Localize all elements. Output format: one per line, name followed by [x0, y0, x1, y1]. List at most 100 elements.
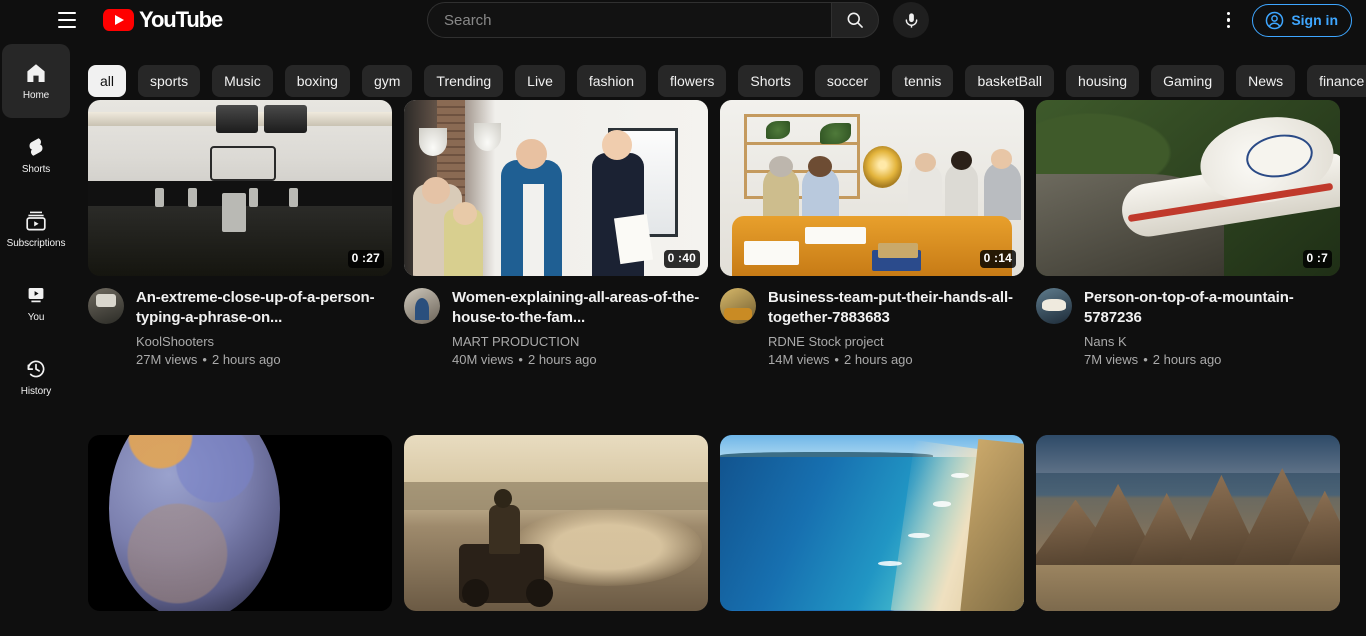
filter-chip-soccer[interactable]: soccer	[814, 65, 881, 97]
filter-chip-news[interactable]: News	[1236, 65, 1296, 97]
video-card[interactable]	[720, 434, 1024, 636]
channel-avatar[interactable]	[404, 288, 440, 324]
thumbnail-image	[1036, 434, 1340, 611]
filter-chip-trending[interactable]: Trending	[424, 65, 504, 97]
search-input[interactable]	[444, 11, 814, 29]
video-text-block: Person-on-top-of-a-mountain-5787236 Nans …	[1084, 288, 1340, 369]
filter-chip-all[interactable]: all	[88, 65, 127, 97]
video-meta: Person-on-top-of-a-mountain-5787236 Nans …	[1036, 276, 1340, 369]
video-title[interactable]: Women-explaining-all-areas-of-the-house-…	[452, 288, 708, 328]
filter-chip-bar[interactable]: all sports Music boxing gym Trending Live fashi…	[88, 64, 1366, 98]
thumbnail-image	[720, 100, 1024, 276]
youtube-logo[interactable]: YouTube	[103, 0, 223, 40]
video-card[interactable]: 0 :40 Women-explaining-all-areas-of-the-h…	[404, 100, 708, 395]
account-circle-icon	[1266, 11, 1284, 29]
stats-separator: •	[1143, 352, 1148, 367]
filter-chip-gaming[interactable]: Gaming	[1151, 65, 1225, 97]
sidebar-item-you[interactable]: You	[2, 266, 70, 340]
thumbnail-image	[404, 434, 708, 611]
top-bar: YouTube Search Sign in	[0, 0, 1366, 40]
sign-in-button[interactable]: Sign in	[1252, 3, 1352, 37]
thumbnail-image	[88, 434, 392, 611]
filter-chip-sports[interactable]: sports	[138, 65, 201, 97]
channel-name[interactable]: KoolShooters	[136, 333, 392, 351]
view-count: 14M views	[768, 352, 830, 367]
video-card[interactable]: 0 :14 Business-team-put-their-hands-all-t…	[720, 100, 1024, 395]
filter-chip-boxing[interactable]: boxing	[284, 65, 350, 97]
video-duration-badge: 0 :14	[979, 249, 1016, 268]
video-stats: 40M views • 2 hours ago	[452, 351, 708, 369]
channel-name[interactable]: RDNE Stock project	[768, 333, 1024, 351]
sign-in-label: Sign in	[1291, 12, 1338, 28]
sidebar-item-shorts[interactable]: Shorts	[2, 118, 70, 192]
filter-chip-music[interactable]: Music	[212, 65, 273, 97]
video-stats: 14M views • 2 hours ago	[768, 351, 1024, 369]
video-title[interactable]: An-extreme-close-up-of-a-person-typing-a…	[136, 288, 392, 328]
video-card[interactable]	[88, 434, 392, 636]
filter-chip-shorts[interactable]: Shorts	[738, 65, 803, 97]
stats-separator: •	[518, 352, 523, 367]
stats-separator: •	[202, 352, 207, 367]
video-title[interactable]: Person-on-top-of-a-mountain-5787236	[1084, 288, 1340, 328]
sidebar-item-home[interactable]: Home	[2, 44, 70, 118]
view-count: 27M views	[136, 352, 198, 367]
search-button[interactable]	[831, 2, 879, 38]
video-stats: 27M views • 2 hours ago	[136, 351, 392, 369]
filter-chip-finance[interactable]: finance	[1307, 65, 1366, 97]
channel-avatar[interactable]	[1036, 288, 1072, 324]
video-thumbnail[interactable]: 0 :27	[88, 100, 392, 276]
channel-avatar[interactable]	[88, 288, 124, 324]
video-card[interactable]: 0 :7 Person-on-top-of-a-mountain-5787236 N…	[1036, 100, 1340, 395]
filter-chip-gym[interactable]: gym	[361, 65, 413, 97]
video-thumbnail[interactable]	[404, 434, 708, 611]
sidebar-item-label: Subscriptions	[6, 238, 66, 249]
filter-chip-flowers[interactable]: flowers	[658, 65, 727, 97]
sidebar-item-label: Home	[22, 90, 50, 101]
video-duration-badge: 0 :7	[1302, 249, 1332, 268]
upload-age: 2 hours ago	[211, 352, 281, 367]
sidebar-item-subscriptions[interactable]: Subscriptions	[2, 192, 70, 266]
youtube-play-icon	[103, 9, 134, 31]
channel-name[interactable]: Nans K	[1084, 333, 1340, 351]
microphone-icon	[905, 12, 917, 28]
video-grid: 0 :27 An-extreme-close-up-of-a-person-typ…	[88, 100, 1366, 636]
video-meta: Business-team-put-their-hands-all-togeth…	[720, 276, 1024, 369]
video-thumbnail[interactable]: 0 :40	[404, 100, 708, 276]
video-meta: Women-explaining-all-areas-of-the-house-…	[404, 276, 708, 369]
filter-chip-fashion[interactable]: fashion	[576, 65, 647, 97]
you-icon	[28, 288, 44, 303]
video-card[interactable]	[404, 434, 708, 636]
hamburger-menu-icon	[58, 10, 76, 31]
sidebar-item-label: Shorts	[21, 164, 51, 175]
more-vertical-button[interactable]	[1210, 2, 1246, 38]
channel-name[interactable]: MART PRODUCTION	[452, 333, 708, 351]
video-text-block: Business-team-put-their-hands-all-togeth…	[768, 288, 1024, 369]
sidebar-item-history[interactable]: History	[2, 340, 70, 414]
thumbnail-image	[1036, 100, 1340, 276]
upload-age: 2 hours ago	[1152, 352, 1222, 367]
video-duration-badge: 0 :40	[663, 249, 700, 268]
hamburger-menu-button[interactable]	[47, 0, 87, 40]
channel-avatar[interactable]	[720, 288, 756, 324]
home-icon	[27, 64, 45, 82]
filter-chip-live[interactable]: Live	[515, 65, 565, 97]
video-card[interactable]: 0 :27 An-extreme-close-up-of-a-person-typ…	[88, 100, 392, 395]
video-card[interactable]	[1036, 434, 1340, 636]
search-icon	[847, 12, 863, 28]
video-thumbnail[interactable]: 0 :14	[720, 100, 1024, 276]
voice-search-button[interactable]	[893, 2, 929, 38]
video-title[interactable]: Business-team-put-their-hands-all-togeth…	[768, 288, 1024, 328]
view-count: 7M views	[1084, 352, 1139, 367]
video-thumbnail[interactable]: 0 :7	[1036, 100, 1340, 276]
thumbnail-image	[404, 100, 708, 276]
search-area	[427, 2, 929, 38]
video-thumbnail[interactable]	[720, 434, 1024, 611]
shorts-icon	[29, 138, 43, 156]
search-box[interactable]	[427, 2, 831, 38]
video-thumbnail[interactable]	[1036, 434, 1340, 611]
video-thumbnail[interactable]	[88, 434, 392, 611]
filter-chip-basketball[interactable]: basketBall	[965, 65, 1055, 97]
filter-chip-housing[interactable]: housing	[1066, 65, 1140, 97]
filter-chip-tennis[interactable]: tennis	[892, 65, 954, 97]
video-text-block: An-extreme-close-up-of-a-person-typing-a…	[136, 288, 392, 369]
